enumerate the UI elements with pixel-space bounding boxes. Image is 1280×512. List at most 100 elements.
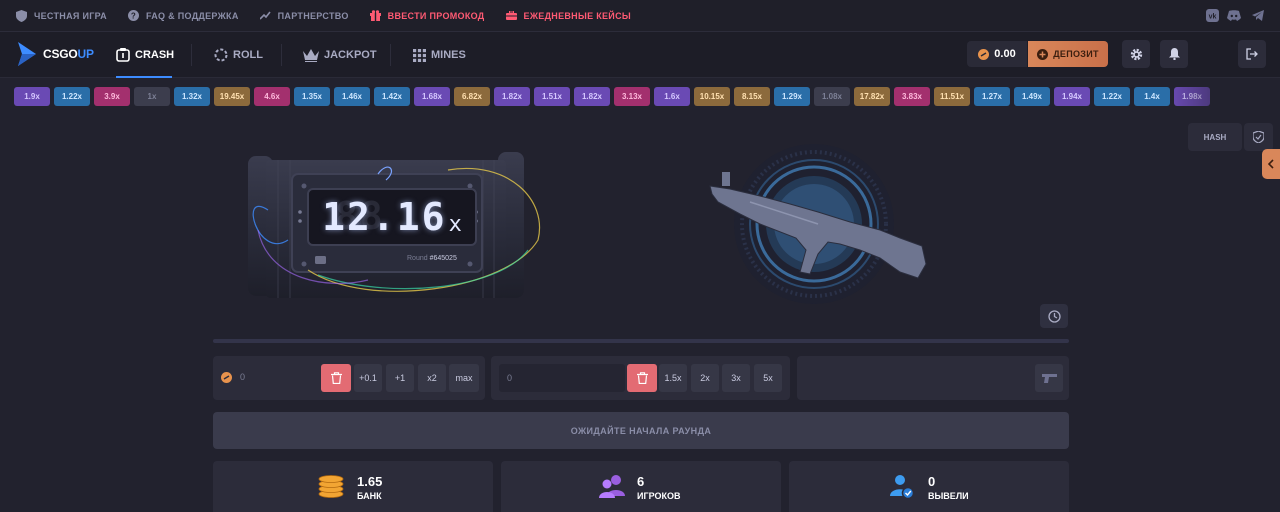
- history-chip[interactable]: 1.82x: [494, 86, 530, 106]
- tab-roll[interactable]: ROLL: [214, 32, 263, 78]
- history-chip[interactable]: 1.22x: [54, 86, 90, 106]
- history-chip[interactable]: 1.4x: [1134, 86, 1170, 106]
- tab-crash[interactable]: CRASH: [116, 32, 174, 78]
- tab-mines[interactable]: MINES: [413, 32, 466, 78]
- chat-toggle-tab[interactable]: [1262, 149, 1280, 179]
- discord-icon[interactable]: [1227, 8, 1241, 22]
- history-chip[interactable]: 1.42x: [374, 86, 410, 106]
- auto-5x-button[interactable]: 5x: [754, 364, 782, 392]
- round-info: Round #645025: [407, 255, 457, 262]
- gear-icon: [1130, 48, 1143, 61]
- multiplier-value: 12.16: [322, 195, 447, 239]
- history-chip[interactable]: 1.49x: [1014, 86, 1050, 106]
- main-nav: CSGOUP CRASH ROLL JACKPOT MINES 0.00 ДЕП…: [0, 32, 1280, 78]
- nav-divider: [191, 44, 192, 66]
- history-chip[interactable]: 1.27x: [974, 86, 1010, 106]
- notifications-button[interactable]: [1160, 40, 1188, 68]
- faq-link[interactable]: ? FAQ & ПОДДЕРЖКА: [127, 10, 239, 21]
- double-bet-button[interactable]: x2: [418, 364, 446, 392]
- partnership-label: ПАРТНЕРСТВО: [277, 10, 349, 21]
- tab-jackpot-label: JACKPOT: [324, 49, 377, 61]
- bank-stat: 1.65 БАНК: [213, 461, 493, 512]
- clear-auto-button[interactable]: [627, 364, 657, 392]
- fairness-button[interactable]: [1244, 123, 1273, 151]
- telegram-icon[interactable]: [1251, 8, 1265, 22]
- history-fade: [1170, 78, 1280, 114]
- history-chip[interactable]: 1.94x: [1054, 86, 1090, 106]
- clear-bet-button[interactable]: [321, 364, 351, 392]
- roll-icon: [214, 48, 228, 62]
- fair-game-link[interactable]: ЧЕСТНАЯ ИГРА: [16, 9, 107, 22]
- history-chip[interactable]: 8.15x: [734, 86, 770, 106]
- history-chip[interactable]: 1.08x: [814, 86, 850, 106]
- deposit-button[interactable]: ДЕПОЗИТ: [1028, 41, 1108, 67]
- history-chip[interactable]: 1.6x: [654, 86, 690, 106]
- chevron-left-icon: [1268, 159, 1274, 169]
- multiplier-suffix: x: [448, 211, 462, 237]
- bell-icon: [1168, 48, 1180, 60]
- history-chip[interactable]: 6.82x: [454, 86, 490, 106]
- history-chip[interactable]: 1.32x: [174, 86, 210, 106]
- settings-button[interactable]: [1122, 40, 1150, 68]
- history-clock-button[interactable]: [1040, 304, 1068, 328]
- daily-cases-link[interactable]: ЕЖЕДНЕВНЫЕ КЕЙСЫ: [505, 10, 631, 21]
- select-skin-button[interactable]: [1035, 364, 1063, 392]
- case-icon: [505, 11, 517, 20]
- auto-2x-button[interactable]: 2x: [691, 364, 719, 392]
- history-chip[interactable]: 1.9x: [14, 86, 50, 106]
- history-chip[interactable]: 1.82x: [574, 86, 610, 106]
- skin-bet-panel: [797, 356, 1069, 400]
- max-bet-button[interactable]: max: [449, 364, 479, 392]
- history-chip[interactable]: 11.51x: [934, 86, 970, 106]
- trash-icon: [330, 372, 342, 384]
- history-chip[interactable]: 4.6x: [254, 86, 290, 106]
- history-chip[interactable]: 3.9x: [94, 86, 130, 106]
- deposit-label: ДЕПОЗИТ: [1053, 49, 1099, 59]
- bank-value: 1.65: [357, 474, 383, 489]
- logout-icon: [1246, 48, 1258, 60]
- add-0-1-button[interactable]: +0.1: [354, 364, 382, 392]
- history-chip[interactable]: 1.68x: [414, 86, 450, 106]
- tab-jackpot[interactable]: JACKPOT: [303, 32, 377, 78]
- question-icon: ?: [127, 10, 139, 21]
- auto-1-5x-button[interactable]: 1.5x: [659, 364, 687, 392]
- players-icon: [598, 474, 626, 503]
- history-chip[interactable]: 1.29x: [774, 86, 810, 106]
- history-chip[interactable]: 3.13x: [614, 86, 650, 106]
- history-chip[interactable]: 10.15x: [694, 86, 730, 106]
- wait-round-button[interactable]: ОЖИДАЙТЕ НАЧАЛА РАУНДА: [213, 412, 1069, 449]
- hash-button[interactable]: HASH: [1188, 123, 1242, 151]
- tab-mines-label: MINES: [431, 49, 466, 61]
- add-1-button[interactable]: +1: [386, 364, 414, 392]
- history-chip[interactable]: 3.83x: [894, 86, 930, 106]
- auto-3x-button[interactable]: 3x: [722, 364, 750, 392]
- partnership-link[interactable]: ПАРТНЕРСТВО: [259, 10, 349, 21]
- trash-icon: [636, 372, 648, 384]
- history-chip[interactable]: 19.45x: [214, 86, 250, 106]
- promo-label: ВВЕСТИ ПРОМОКОД: [387, 10, 485, 21]
- promo-link[interactable]: ВВЕСТИ ПРОМОКОД: [369, 10, 485, 21]
- history-chip[interactable]: 1x: [134, 86, 170, 106]
- logout-button[interactable]: [1238, 40, 1266, 68]
- cashed-out-value: 0: [928, 474, 936, 489]
- history-chip[interactable]: 1.35x: [294, 86, 330, 106]
- daily-cases-label: ЕЖЕДНЕВНЫЕ КЕЙСЫ: [523, 10, 631, 21]
- players-label: ИГРОКОВ: [637, 491, 681, 501]
- history-chip[interactable]: 17.82x: [854, 86, 890, 106]
- vk-icon[interactable]: vk: [1205, 8, 1219, 22]
- logo[interactable]: CSGOUP: [16, 42, 94, 66]
- round-progress-bar: [213, 339, 1069, 343]
- weapon-illustration: [709, 144, 927, 304]
- history-chip[interactable]: 1.46x: [334, 86, 370, 106]
- history-chip[interactable]: 1.51x: [534, 86, 570, 106]
- auto-cashout-panel: 0 1.5x 2x 3x 5x: [491, 356, 790, 400]
- auto-cashout-input[interactable]: 0: [499, 364, 625, 392]
- balance-display: 0.00: [967, 41, 1027, 67]
- faq-label: FAQ & ПОДДЕРЖКА: [145, 10, 239, 21]
- top-bar: ЧЕСТНАЯ ИГРА ? FAQ & ПОДДЕРЖКА ПАРТНЕРСТ…: [0, 0, 1280, 32]
- logo-text: CSGO: [43, 47, 78, 61]
- bet-amount-input[interactable]: 0: [240, 372, 296, 384]
- crash-icon: [116, 48, 130, 62]
- history-chip[interactable]: 1.22x: [1094, 86, 1130, 106]
- crash-history: 1.9x 1.22x 3.9x 1x 1.32x 19.45x 4.6x 1.35x 1.46x…: [0, 78, 1280, 114]
